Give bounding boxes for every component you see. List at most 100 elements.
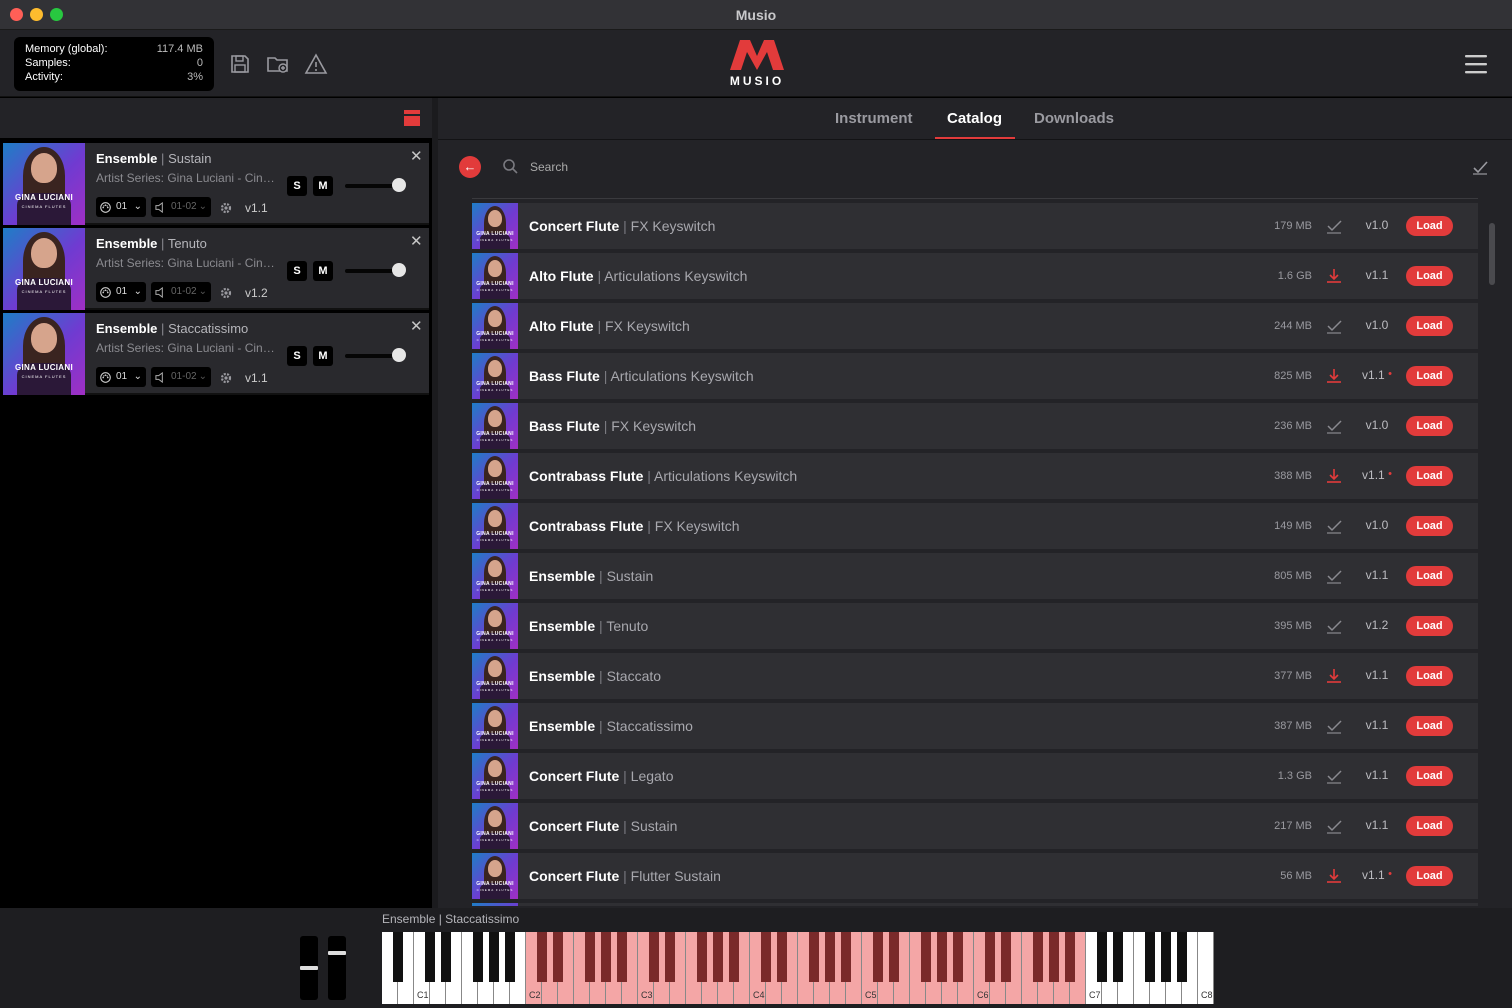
remove-slot-icon[interactable]: ✕: [410, 147, 423, 165]
volume-slider-thumb[interactable]: [392, 263, 406, 277]
black-key[interactable]: [1177, 932, 1187, 982]
catalog-row[interactable]: GINA LUCIANI CINEMA FLUTES Concert Flute…: [472, 803, 1478, 849]
load-button[interactable]: Load: [1406, 516, 1453, 536]
instrument-slot[interactable]: GINA LUCIANI CINEMA FLUTES Ensemble | Su…: [3, 143, 429, 225]
search-input[interactable]: [530, 156, 1130, 178]
catalog-row[interactable]: GINA LUCIANI CINEMA FLUTES Bass Flute | …: [472, 403, 1478, 449]
download-button[interactable]: [1325, 867, 1343, 885]
black-key[interactable]: [585, 932, 595, 982]
load-button[interactable]: Load: [1406, 566, 1453, 586]
black-key[interactable]: [1033, 932, 1043, 982]
catalog-row[interactable]: GINA LUCIANI CINEMA FLUTES Ensemble | St…: [472, 703, 1478, 749]
black-key[interactable]: [441, 932, 451, 982]
load-button[interactable]: Load: [1406, 466, 1453, 486]
black-key[interactable]: [1145, 932, 1155, 982]
black-key[interactable]: [1001, 932, 1011, 982]
gear-icon[interactable]: [219, 371, 233, 385]
black-key[interactable]: [761, 932, 771, 982]
mod-wheel[interactable]: [328, 936, 346, 1000]
black-key[interactable]: [809, 932, 819, 982]
instrument-slot[interactable]: GINA LUCIANI CINEMA FLUTES Ensemble | Te…: [3, 228, 429, 310]
remove-slot-icon[interactable]: ✕: [410, 317, 423, 335]
black-key[interactable]: [697, 932, 707, 982]
black-key[interactable]: [649, 932, 659, 982]
gear-icon[interactable]: [219, 201, 233, 215]
black-key[interactable]: [553, 932, 563, 982]
download-button[interactable]: [1325, 667, 1343, 685]
black-key[interactable]: [617, 932, 627, 982]
piano-keyboard[interactable]: C1 C2 C3 C4 C5 C6 C7 C8: [382, 932, 1214, 1004]
black-key[interactable]: [1113, 932, 1123, 982]
solo-button[interactable]: S: [287, 176, 307, 196]
black-key[interactable]: [489, 932, 499, 982]
black-key[interactable]: [473, 932, 483, 982]
black-key[interactable]: [1049, 932, 1059, 982]
load-button[interactable]: Load: [1406, 366, 1453, 386]
folder-add-icon[interactable]: [266, 52, 290, 76]
gear-icon[interactable]: [219, 286, 233, 300]
black-key[interactable]: [777, 932, 787, 982]
midi-channel-dropdown[interactable]: 01 ⌄: [96, 367, 146, 387]
download-button[interactable]: [1325, 467, 1343, 485]
catalog-row[interactable]: GINA LUCIANI CINEMA FLUTES Alto Flute | …: [472, 303, 1478, 349]
tab-catalog[interactable]: Catalog: [947, 110, 1002, 127]
black-key[interactable]: [921, 932, 931, 982]
load-button[interactable]: Load: [1406, 716, 1453, 736]
catalog-row[interactable]: GINA LUCIANI CINEMA FLUTES Contrabass Fl…: [472, 453, 1478, 499]
catalog-row-partial[interactable]: [472, 903, 1478, 906]
black-key[interactable]: [937, 932, 947, 982]
warning-icon[interactable]: [304, 52, 328, 76]
catalog-row[interactable]: GINA LUCIANI CINEMA FLUTES Concert Flute…: [472, 853, 1478, 899]
black-key[interactable]: [505, 932, 515, 982]
black-key[interactable]: [425, 932, 435, 982]
black-key[interactable]: [729, 932, 739, 982]
black-key[interactable]: [953, 932, 963, 982]
black-key[interactable]: [1065, 932, 1075, 982]
pitch-wheel-knob[interactable]: [300, 966, 318, 970]
black-key[interactable]: [537, 932, 547, 982]
catalog-row[interactable]: GINA LUCIANI CINEMA FLUTES Alto Flute | …: [472, 253, 1478, 299]
load-button[interactable]: Load: [1406, 416, 1453, 436]
catalog-row[interactable]: GINA LUCIANI CINEMA FLUTES Concert Flute…: [472, 203, 1478, 249]
midi-channel-dropdown[interactable]: 01 ⌄: [96, 282, 146, 302]
black-key[interactable]: [889, 932, 899, 982]
black-key[interactable]: [825, 932, 835, 982]
load-button[interactable]: Load: [1406, 666, 1453, 686]
midi-channel-dropdown[interactable]: 01 ⌄: [96, 197, 146, 217]
black-key[interactable]: [873, 932, 883, 982]
black-key[interactable]: [601, 932, 611, 982]
black-key[interactable]: [1161, 932, 1171, 982]
black-key[interactable]: [393, 932, 403, 982]
save-icon[interactable]: [228, 52, 252, 76]
download-button[interactable]: [1325, 267, 1343, 285]
tab-downloads[interactable]: Downloads: [1034, 110, 1114, 127]
mute-button[interactable]: M: [313, 176, 333, 196]
load-button[interactable]: Load: [1406, 266, 1453, 286]
load-button[interactable]: Load: [1406, 216, 1453, 236]
audio-output-dropdown[interactable]: 01-02 ⌄: [151, 197, 211, 217]
load-button[interactable]: Load: [1406, 766, 1453, 786]
solo-button[interactable]: S: [287, 346, 307, 366]
pitch-wheel[interactable]: [300, 936, 318, 1000]
audio-output-dropdown[interactable]: 01-02 ⌄: [151, 367, 211, 387]
catalog-row[interactable]: GINA LUCIANI CINEMA FLUTES Concert Flute…: [472, 753, 1478, 799]
back-button[interactable]: ←: [459, 156, 481, 178]
catalog-scrollbar[interactable]: [1489, 223, 1495, 285]
hamburger-menu-icon[interactable]: [1464, 51, 1488, 77]
select-all-check-icon[interactable]: [1472, 159, 1488, 175]
load-button[interactable]: Load: [1406, 866, 1453, 886]
mute-button[interactable]: M: [313, 261, 333, 281]
solo-button[interactable]: S: [287, 261, 307, 281]
black-key[interactable]: [1097, 932, 1107, 982]
black-key[interactable]: [713, 932, 723, 982]
instrument-slot[interactable]: GINA LUCIANI CINEMA FLUTES Ensemble | St…: [3, 313, 429, 395]
catalog-row[interactable]: GINA LUCIANI CINEMA FLUTES Bass Flute | …: [472, 353, 1478, 399]
black-key[interactable]: [841, 932, 851, 982]
catalog-row[interactable]: GINA LUCIANI CINEMA FLUTES Ensemble | Te…: [472, 603, 1478, 649]
black-key[interactable]: [985, 932, 995, 982]
tab-instrument[interactable]: Instrument: [835, 110, 913, 127]
catalog-row[interactable]: GINA LUCIANI CINEMA FLUTES Contrabass Fl…: [472, 503, 1478, 549]
load-button[interactable]: Load: [1406, 316, 1453, 336]
load-button[interactable]: Load: [1406, 616, 1453, 636]
download-button[interactable]: [1325, 367, 1343, 385]
